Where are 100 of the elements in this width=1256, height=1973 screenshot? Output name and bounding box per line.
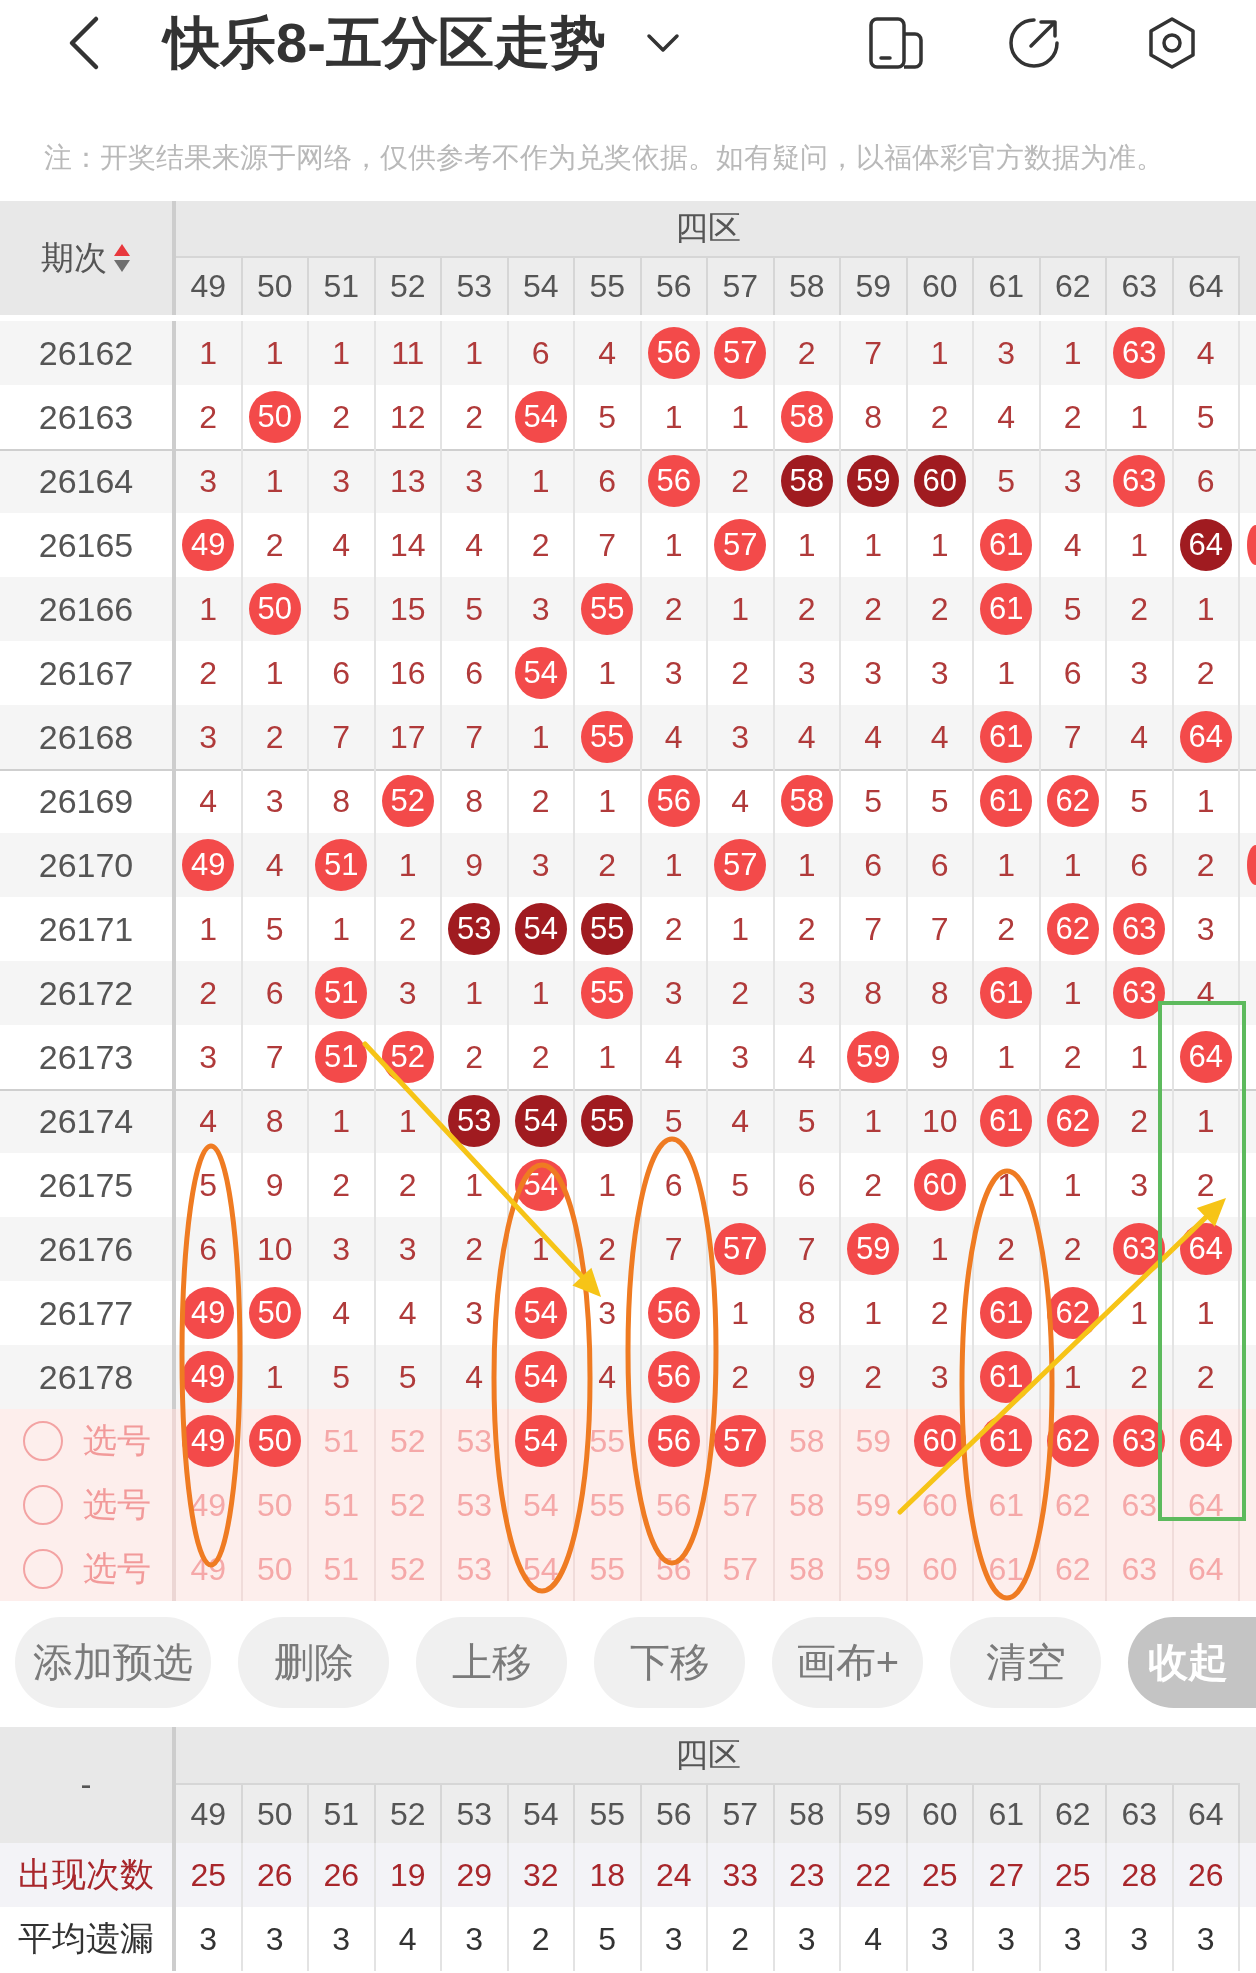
number-ball: 57 <box>714 327 767 379</box>
number-option[interactable]: 51 <box>309 1537 376 1601</box>
number-ball[interactable]: 63 <box>1113 1415 1166 1467</box>
table-cell: 4 <box>375 1907 442 1971</box>
number-option[interactable]: 57 <box>708 1537 775 1601</box>
number-ball: 49 <box>182 1351 235 1403</box>
number-ball[interactable]: 61 <box>980 1415 1033 1467</box>
column-header: 53 <box>442 258 509 315</box>
radio-button[interactable] <box>23 1485 63 1525</box>
number-ball: 57 <box>714 1223 767 1275</box>
number-ball: 61 <box>980 1095 1033 1147</box>
table-cell: 3 <box>1040 1907 1107 1971</box>
column-header: 58 <box>774 1785 841 1843</box>
number-ball: 64 <box>1179 519 1232 571</box>
table-cell: 5 <box>575 1907 642 1971</box>
number-ball[interactable]: 56 <box>647 1415 700 1467</box>
column-header: 56 <box>641 258 708 315</box>
column-header: - <box>80 1766 92 1804</box>
number-ball[interactable]: 57 <box>714 1415 767 1467</box>
column-header: 60 <box>907 258 974 315</box>
number-ball: 63 <box>1113 967 1166 1019</box>
number-ball: 54 <box>514 391 567 443</box>
number-option[interactable]: 62 <box>1040 1537 1107 1601</box>
number-option[interactable]: 55 <box>575 1537 642 1601</box>
number-ball: 49 <box>182 519 235 571</box>
number-ball: 61 <box>980 519 1033 571</box>
number-option[interactable]: 53 <box>442 1537 509 1601</box>
table-cell: 3 <box>907 1907 974 1971</box>
row-label[interactable]: 选号 <box>83 1482 151 1528</box>
action-button[interactable]: 添加预选 <box>15 1617 211 1708</box>
number-ball: 54 <box>514 1095 567 1147</box>
action-button[interactable]: 清空 <box>950 1617 1101 1708</box>
number-option[interactable]: 63 <box>1107 1537 1174 1601</box>
disclaimer-note: 注：开奖结果来源于网络，仅供参考不作为兑奖依据。如有疑问，以福体彩官方数据为准。 <box>44 142 1164 174</box>
number-ball: 63 <box>1113 903 1166 955</box>
number-ball[interactable]: 64 <box>1179 1415 1232 1467</box>
number-ball: 50 <box>248 1287 301 1339</box>
row-label[interactable]: 选号 <box>83 1418 151 1464</box>
number-ball[interactable]: 54 <box>514 1415 567 1467</box>
column-header: 62 <box>1040 258 1107 315</box>
number-ball: 57 <box>714 519 767 571</box>
column-header: 59 <box>841 258 908 315</box>
radio-button[interactable] <box>23 1549 63 1589</box>
table-cell: 3 <box>309 1907 376 1971</box>
number-ball: 63 <box>1113 455 1166 507</box>
column-header: 51 <box>309 1785 376 1843</box>
number-ball: 55 <box>581 1095 634 1147</box>
column-header: 57 <box>708 258 775 315</box>
number-option[interactable]: 50 <box>242 1537 309 1601</box>
number-option[interactable]: 61 <box>974 1537 1041 1601</box>
number-ball: 64 <box>1179 1031 1232 1083</box>
number-ball: 62 <box>1046 1095 1099 1147</box>
action-button[interactable]: 删除 <box>238 1617 389 1708</box>
number-ball: 49 <box>182 839 235 891</box>
number-ball[interactable]: 50 <box>248 1415 301 1467</box>
devices-icon[interactable] <box>869 17 923 69</box>
row-label[interactable]: 选号 <box>83 1546 151 1592</box>
number-option[interactable]: 64 <box>1173 1537 1240 1601</box>
number-option[interactable]: 52 <box>375 1537 442 1601</box>
radio-button[interactable] <box>23 1421 63 1461</box>
action-button[interactable]: 上移 <box>416 1617 567 1708</box>
column-header: 59 <box>841 1785 908 1843</box>
number-ball: 61 <box>980 1287 1033 1339</box>
number-ball: 61 <box>980 1351 1033 1403</box>
number-option[interactable]: 54 <box>508 1537 575 1601</box>
column-header: 55 <box>575 258 642 315</box>
number-ball: 54 <box>514 1351 567 1403</box>
number-ball: 61 <box>980 583 1033 635</box>
column-header: 52 <box>375 258 442 315</box>
number-ball: 56 <box>647 1287 700 1339</box>
number-ball: 50 <box>248 391 301 443</box>
column-header: 63 <box>1107 1785 1174 1843</box>
number-ball: 50 <box>248 583 301 635</box>
sort-icon[interactable] <box>113 243 131 273</box>
number-ball: 52 <box>381 1031 434 1083</box>
number-option[interactable]: 58 <box>774 1537 841 1601</box>
number-ball: 53 <box>448 903 501 955</box>
dropdown-caret-icon[interactable] <box>645 33 680 53</box>
number-ball: 60 <box>913 455 966 507</box>
number-ball: 54 <box>514 647 567 699</box>
number-ball: 56 <box>647 1351 700 1403</box>
number-ball: 56 <box>647 455 700 507</box>
number-ball: 62 <box>1046 903 1099 955</box>
column-header: 62 <box>1040 1785 1107 1843</box>
number-ball: 53 <box>448 1095 501 1147</box>
column-header: 49 <box>176 1785 243 1843</box>
column-header: 57 <box>708 1785 775 1843</box>
column-header: 64 <box>1173 258 1240 315</box>
number-option[interactable]: 60 <box>907 1537 974 1601</box>
number-ball: 59 <box>847 455 900 507</box>
number-option[interactable]: 59 <box>841 1537 908 1601</box>
number-ball: 51 <box>315 967 368 1019</box>
action-button[interactable]: 下移 <box>594 1617 745 1708</box>
action-button[interactable]: 画布+ <box>772 1617 923 1708</box>
action-button[interactable]: 收起 <box>1128 1617 1256 1708</box>
table-cell: 3 <box>242 1907 309 1971</box>
number-ball: 61 <box>980 711 1033 763</box>
share-icon[interactable] <box>1007 16 1061 70</box>
number-ball: 59 <box>847 1223 900 1275</box>
column-header: 54 <box>508 1785 575 1843</box>
